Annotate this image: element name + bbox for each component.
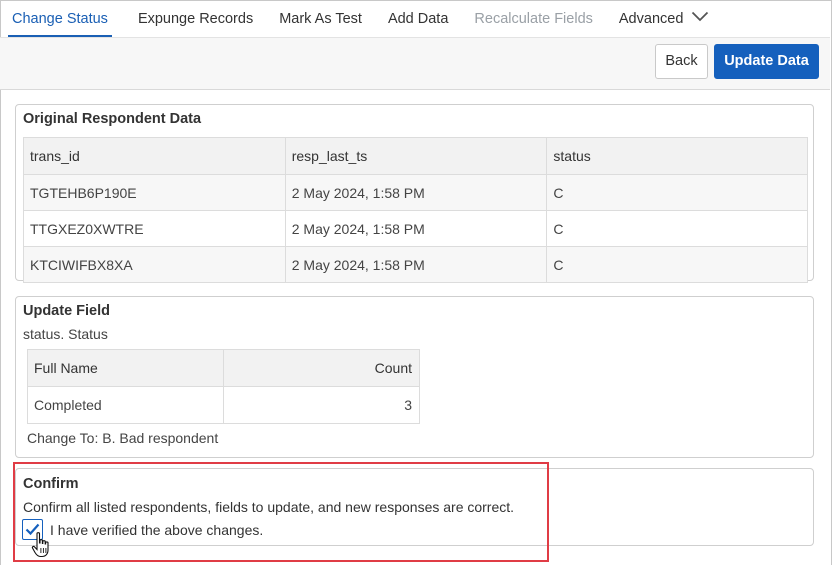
table-row: TTGXEZ0XWTRE 2 May 2024, 1:58 PM C	[23, 210, 808, 247]
table-cell: TTGXEZ0XWTRE	[23, 210, 286, 247]
table-header-row: Full Name Count	[27, 349, 421, 387]
table-row: Completed 3	[27, 386, 421, 424]
table-row: KTCIWIFBX8XA 2 May 2024, 1:58 PM C	[23, 246, 808, 283]
update-field-panel: Update Field status. Status Full Name Co…	[15, 296, 814, 458]
column-header[interactable]: trans_id	[23, 137, 286, 175]
table-cell: C	[546, 174, 808, 211]
table-cell: 2 May 2024, 1:58 PM	[284, 246, 548, 283]
update-field-name: status. Status	[23, 326, 108, 342]
column-header: Count	[222, 349, 421, 387]
original-respondent-panel: Original Respondent Data trans_id resp_l…	[15, 104, 814, 283]
table-cell: TGTEHB6P190E	[23, 174, 286, 211]
tab-advanced[interactable]: Advanced	[619, 0, 710, 37]
tab-add-data[interactable]: Add Data	[388, 0, 448, 37]
table-header-row: trans_id resp_last_ts status	[23, 137, 808, 175]
original-respondent-title: Original Respondent Data	[23, 111, 202, 127]
column-header: Full Name	[27, 349, 224, 387]
tab-bar: Change Status Expunge Records Mark As Te…	[0, 0, 830, 38]
table-cell: C	[546, 246, 808, 283]
chevron-down-icon	[691, 0, 709, 37]
column-header[interactable]: resp_last_ts	[284, 137, 548, 175]
tab-mark-as-test[interactable]: Mark As Test	[279, 0, 362, 37]
update-field-title: Update Field	[23, 303, 111, 319]
update-field-table: Full Name Count Completed 3	[27, 349, 421, 424]
table-cell: C	[546, 210, 808, 247]
table-row: TGTEHB6P190E 2 May 2024, 1:58 PM C	[23, 174, 808, 211]
tab-change-status[interactable]: Change Status	[8, 0, 112, 37]
table-cell: 2 May 2024, 1:58 PM	[284, 210, 548, 247]
confirm-highlight-box	[13, 462, 549, 562]
tab-expunge-records[interactable]: Expunge Records	[138, 0, 253, 37]
change-to-text: Change To: B. Bad respondent	[27, 430, 219, 446]
table-cell: 3	[222, 386, 421, 424]
update-data-button[interactable]: Update Data	[714, 44, 819, 79]
back-button[interactable]: Back	[655, 44, 708, 79]
original-respondent-table: trans_id resp_last_ts status TGTEHB6P190…	[23, 137, 808, 283]
hand-pointer-icon	[31, 531, 53, 562]
toolbar: Back Update Data	[0, 38, 830, 90]
table-cell: Completed	[27, 386, 224, 424]
tab-recalculate-fields[interactable]: Recalculate Fields	[474, 0, 592, 37]
table-cell: 2 May 2024, 1:58 PM	[284, 174, 548, 211]
tab-advanced-label: Advanced	[618, 11, 684, 27]
column-header[interactable]: status	[546, 137, 808, 175]
table-cell: KTCIWIFBX8XA	[23, 246, 286, 283]
